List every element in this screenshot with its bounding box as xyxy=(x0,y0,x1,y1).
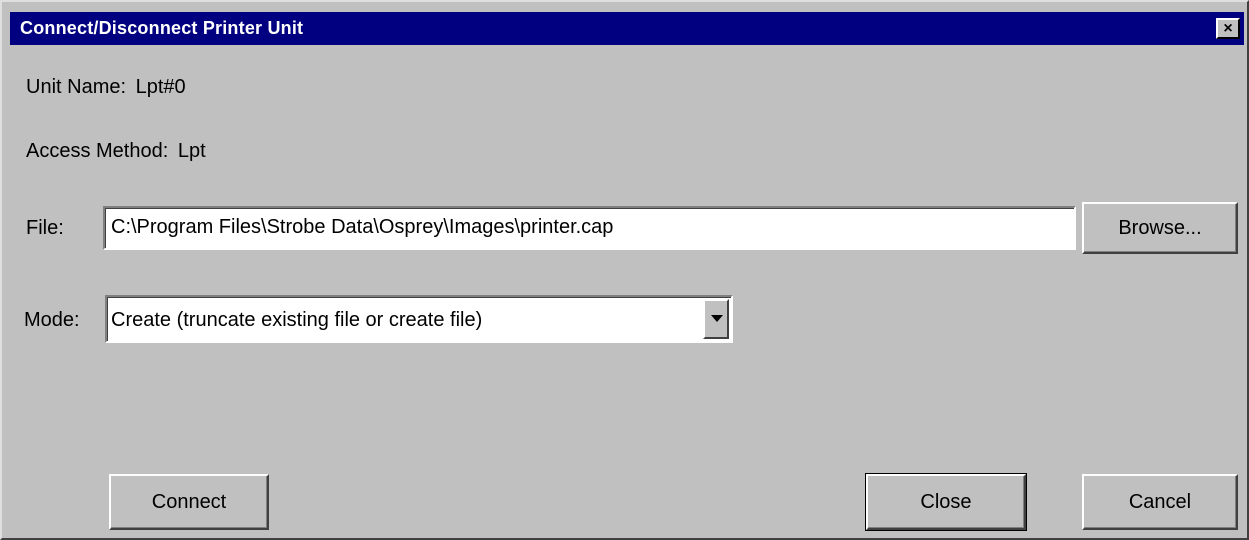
access-method-value: Lpt xyxy=(177,140,206,162)
close-icon: × xyxy=(1223,20,1233,37)
mode-selected-value: Create (truncate existing file or create… xyxy=(111,309,483,331)
mode-dropdown[interactable]: Create (truncate existing file or create… xyxy=(105,295,733,343)
connect-button[interactable]: Connect xyxy=(109,474,269,530)
unit-name-row: Unit Name: Lpt#0 xyxy=(26,76,186,99)
close-button-label: Close xyxy=(920,491,972,513)
dropdown-button[interactable] xyxy=(703,299,729,339)
file-path-input[interactable]: C:\Program Files\Strobe Data\Osprey\Imag… xyxy=(103,206,1076,250)
dialog-title: Connect/Disconnect Printer Unit xyxy=(20,18,304,38)
browse-button-label: Browse... xyxy=(1118,217,1202,239)
title-close-button[interactable]: × xyxy=(1216,18,1240,39)
cancel-button-label: Cancel xyxy=(1128,491,1192,513)
unit-name-label: Unit Name: xyxy=(26,76,127,98)
unit-name-value: Lpt#0 xyxy=(135,76,186,98)
access-method-row: Access Method: Lpt xyxy=(26,140,206,163)
title-bar[interactable]: Connect/Disconnect Printer Unit × xyxy=(10,12,1244,45)
file-label: File: xyxy=(26,217,64,239)
close-button[interactable]: Close xyxy=(865,473,1027,531)
connect-button-label: Connect xyxy=(151,491,227,513)
browse-button[interactable]: Browse... xyxy=(1082,202,1238,254)
mode-label: Mode: xyxy=(24,309,80,331)
chevron-down-icon xyxy=(711,315,723,322)
access-method-label: Access Method: xyxy=(26,140,169,162)
cancel-button[interactable]: Cancel xyxy=(1082,474,1238,530)
file-path-value: C:\Program Files\Strobe Data\Osprey\Imag… xyxy=(111,216,614,238)
connect-disconnect-dialog: Connect/Disconnect Printer Unit × Unit N… xyxy=(0,0,1249,540)
